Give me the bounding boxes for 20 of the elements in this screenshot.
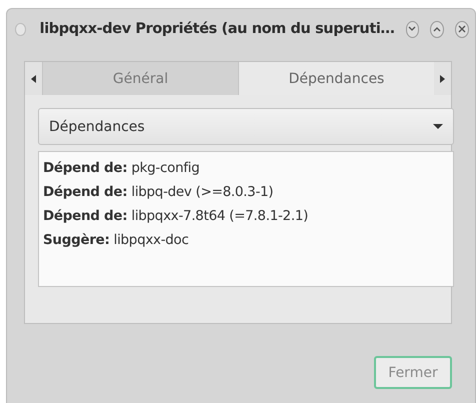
window-icon	[15, 22, 26, 36]
dependency-line: Dépend de: libpq-dev (>=8.0.3-1)	[43, 183, 274, 202]
dropdown[interactable]: Dépendances	[38, 108, 454, 145]
dependency-line: Suggère: libpqxx-doc	[43, 231, 190, 250]
chevron-up-icon	[433, 26, 442, 32]
tab[interactable]: Dépendances	[238, 62, 434, 95]
left-arrow-icon	[31, 74, 36, 82]
maximize-button[interactable]	[430, 20, 444, 38]
close-icon	[458, 25, 466, 33]
right-arrow-icon	[440, 74, 445, 82]
scroll-left-button[interactable]	[25, 62, 42, 95]
window-title: libpqxx-dev Propriétés (au nom du superuti…	[40, 21, 395, 37]
close-button[interactable]	[455, 20, 470, 38]
dependency-line: Dépend de: libpqxx-7.8t64 (=7.8.1-2.1)	[43, 207, 310, 226]
close-dialog-button[interactable]: Fermer	[374, 356, 452, 389]
dependency-line: Dépend de: pkg-config	[43, 159, 201, 178]
dropdown-arrow-icon	[433, 124, 443, 129]
minimize-button[interactable]	[406, 20, 420, 38]
chevron-down-icon	[408, 26, 416, 32]
scroll-right-button[interactable]	[434, 62, 451, 95]
